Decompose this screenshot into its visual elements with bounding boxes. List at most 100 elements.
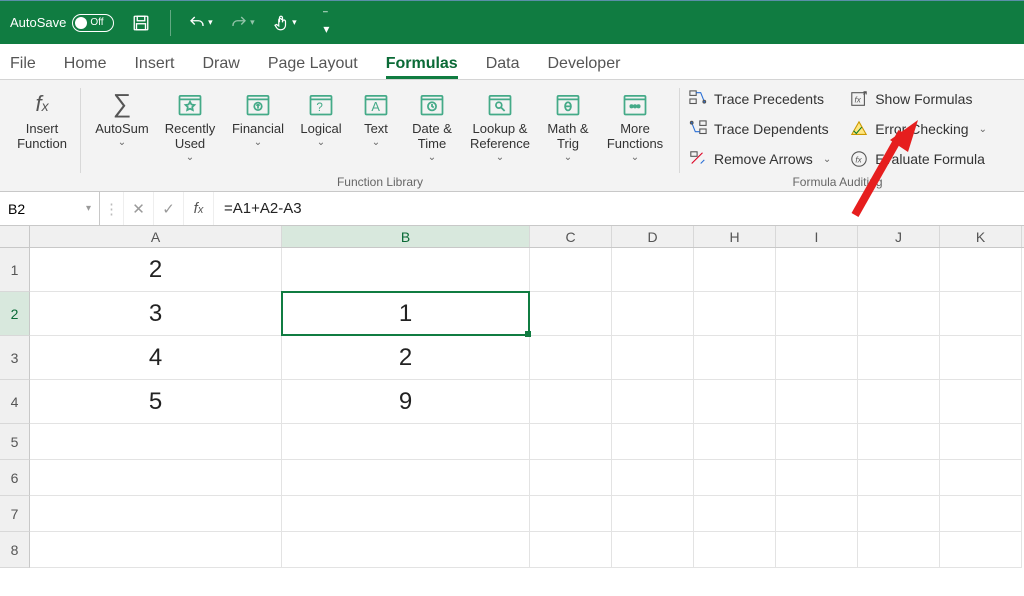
cell[interactable] xyxy=(694,460,776,496)
cell[interactable] xyxy=(858,532,940,568)
select-all-corner[interactable] xyxy=(0,226,30,247)
cell[interactable] xyxy=(858,424,940,460)
cell[interactable] xyxy=(530,532,612,568)
cell[interactable] xyxy=(940,336,1022,380)
tab-formulas[interactable]: Formulas xyxy=(386,55,458,79)
cell[interactable] xyxy=(530,424,612,460)
fx-button[interactable]: fx xyxy=(184,192,214,225)
col-header-I[interactable]: I xyxy=(776,226,858,247)
col-header-A[interactable]: A xyxy=(30,226,282,247)
show-formulas-button[interactable]: fx Show Formulas xyxy=(849,86,987,112)
cell-A2[interactable]: 3 xyxy=(30,292,282,336)
autosum-button[interactable]: ∑ AutoSum⌄ xyxy=(89,84,155,163)
cell[interactable] xyxy=(776,496,858,532)
row-header-4[interactable]: 4 xyxy=(0,380,30,424)
math-trig-button[interactable]: Math & Trig⌄ xyxy=(539,84,597,163)
cell[interactable] xyxy=(530,496,612,532)
cell-A3[interactable]: 4 xyxy=(30,336,282,380)
cell[interactable] xyxy=(530,248,612,292)
row-header-8[interactable]: 8 xyxy=(0,532,30,568)
error-checking-button[interactable]: Error Checking ⌄ xyxy=(849,116,987,142)
save-button[interactable] xyxy=(126,8,156,38)
cell[interactable] xyxy=(858,248,940,292)
cell[interactable] xyxy=(530,460,612,496)
cell[interactable] xyxy=(282,496,530,532)
autosave-control[interactable]: AutoSave Off xyxy=(10,14,114,32)
cell[interactable] xyxy=(776,532,858,568)
tab-developer[interactable]: Developer xyxy=(548,55,621,79)
row-header-3[interactable]: 3 xyxy=(0,336,30,380)
tab-file[interactable]: File xyxy=(10,55,36,79)
remove-arrows-button[interactable]: Remove Arrows ⌄ xyxy=(688,146,831,172)
cell[interactable] xyxy=(612,460,694,496)
cell[interactable] xyxy=(282,424,530,460)
cell[interactable] xyxy=(530,336,612,380)
customize-qat-button[interactable]: ‾▾ xyxy=(311,8,341,38)
tab-insert[interactable]: Insert xyxy=(134,55,174,79)
col-header-J[interactable]: J xyxy=(858,226,940,247)
cell[interactable] xyxy=(694,380,776,424)
cell[interactable] xyxy=(612,248,694,292)
cell-B2[interactable]: 1 xyxy=(282,292,530,336)
cancel-formula-button[interactable]: ✕ xyxy=(124,192,154,225)
cell[interactable] xyxy=(940,248,1022,292)
autosave-toggle[interactable]: Off xyxy=(72,14,114,32)
cell[interactable] xyxy=(530,380,612,424)
cell-B4[interactable]: 9 xyxy=(282,380,530,424)
cell[interactable] xyxy=(530,292,612,336)
lookup-reference-button[interactable]: Lookup & Reference⌄ xyxy=(463,84,537,163)
cell[interactable] xyxy=(694,336,776,380)
row-header-2[interactable]: 2 xyxy=(0,292,30,336)
tab-home[interactable]: Home xyxy=(64,55,107,79)
enter-formula-button[interactable]: ✓ xyxy=(154,192,184,225)
cell[interactable] xyxy=(940,424,1022,460)
col-header-D[interactable]: D xyxy=(612,226,694,247)
cell-A1[interactable]: 2 xyxy=(30,248,282,292)
cell-B3[interactable]: 2 xyxy=(282,336,530,380)
cell[interactable] xyxy=(940,532,1022,568)
touch-mode-button[interactable]: ▾ xyxy=(269,8,299,38)
cell[interactable] xyxy=(694,424,776,460)
more-functions-button[interactable]: More Functions⌄ xyxy=(599,84,671,163)
cell[interactable] xyxy=(776,380,858,424)
text-button[interactable]: A Text⌄ xyxy=(351,84,401,163)
cell[interactable] xyxy=(612,424,694,460)
col-header-B[interactable]: B xyxy=(282,226,530,247)
cell[interactable] xyxy=(30,460,282,496)
tab-page-layout[interactable]: Page Layout xyxy=(268,55,358,79)
insert-function-button[interactable]: fx Insert Function xyxy=(12,84,72,154)
col-header-K[interactable]: K xyxy=(940,226,1022,247)
cell[interactable] xyxy=(282,532,530,568)
cell[interactable] xyxy=(30,532,282,568)
financial-button[interactable]: Financial⌄ xyxy=(225,84,291,163)
cell[interactable] xyxy=(776,460,858,496)
formula-input[interactable]: =A1+A2-A3 xyxy=(214,192,1024,225)
cell[interactable] xyxy=(612,380,694,424)
cell[interactable] xyxy=(776,248,858,292)
undo-button[interactable]: ▾ xyxy=(185,8,215,38)
row-header-5[interactable]: 5 xyxy=(0,424,30,460)
cell[interactable] xyxy=(858,496,940,532)
cell[interactable] xyxy=(694,496,776,532)
trace-dependents-button[interactable]: Trace Dependents xyxy=(688,116,831,142)
cell[interactable] xyxy=(776,424,858,460)
cell[interactable] xyxy=(30,496,282,532)
date-time-button[interactable]: Date & Time⌄ xyxy=(403,84,461,163)
col-header-H[interactable]: H xyxy=(694,226,776,247)
cell[interactable] xyxy=(612,496,694,532)
row-header-1[interactable]: 1 xyxy=(0,248,30,292)
cell-A4[interactable]: 5 xyxy=(30,380,282,424)
cell[interactable] xyxy=(612,292,694,336)
tab-draw[interactable]: Draw xyxy=(202,55,239,79)
redo-button[interactable]: ▾ xyxy=(227,8,257,38)
cell-B1[interactable] xyxy=(282,248,530,292)
spreadsheet-grid[interactable]: A B C D H I J K 1 2 2 3 1 3 4 2 4 5 9 5 xyxy=(0,226,1024,568)
cell[interactable] xyxy=(940,460,1022,496)
cell[interactable] xyxy=(282,460,530,496)
trace-precedents-button[interactable]: Trace Precedents xyxy=(688,86,831,112)
cell[interactable] xyxy=(612,336,694,380)
row-header-7[interactable]: 7 xyxy=(0,496,30,532)
tab-data[interactable]: Data xyxy=(486,55,520,79)
cell[interactable] xyxy=(694,292,776,336)
cell[interactable] xyxy=(694,248,776,292)
